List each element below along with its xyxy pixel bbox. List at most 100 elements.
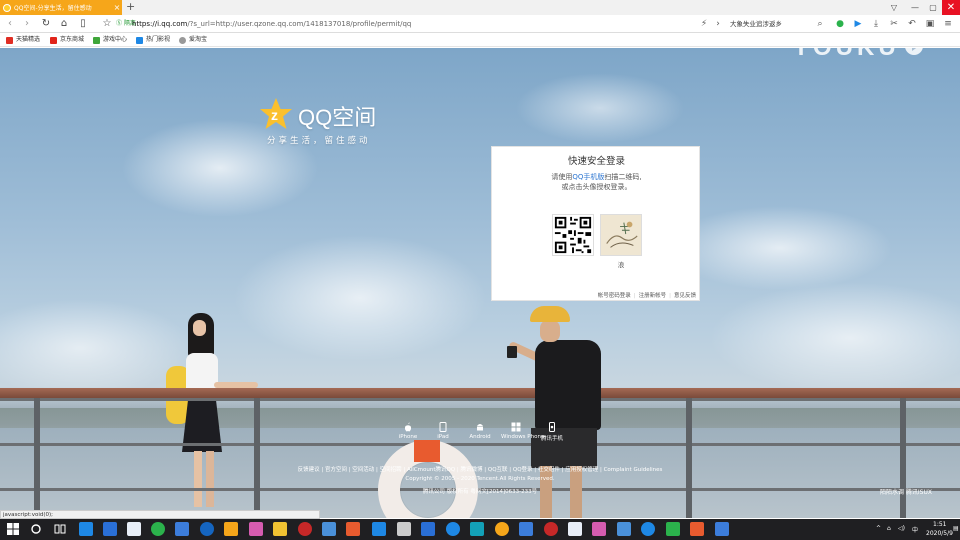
apple-icon <box>404 422 412 432</box>
app-icon[interactable] <box>273 522 287 536</box>
app-icon[interactable] <box>346 522 360 536</box>
game-icon <box>93 36 100 44</box>
windows-start-icon[interactable] <box>6 522 20 536</box>
address-bar: ‹ › ↻ ⌂ ▯ ☆ Ⓢ 隔离 https://i.qq.com/?s_url… <box>0 15 960 33</box>
app-icon[interactable] <box>641 522 655 536</box>
platform-downloads: iPhone iPad Android Windows Phone 腾讯手机 <box>393 422 573 452</box>
platform-tencent-phone[interactable]: 腾讯手机 <box>537 422 567 442</box>
download-icon[interactable]: ⤓ <box>868 15 884 33</box>
minimize-icon[interactable]: — <box>906 0 924 15</box>
app-icon[interactable] <box>519 522 533 536</box>
app-icon[interactable] <box>568 522 582 536</box>
login-description: 请使用QQ手机版扫描二维码, 或点击头像授权登录。 <box>551 173 642 191</box>
back-icon[interactable]: ‹ <box>2 15 18 33</box>
background-boy-face <box>540 320 560 342</box>
register-link[interactable]: 注册新帐号 <box>639 293 667 299</box>
url-field[interactable]: https://i.qq.com/?s_url=http://user.qzon… <box>132 15 411 33</box>
password-login-link[interactable]: 帐号密码登录 <box>598 293 631 299</box>
qzone-logo-text: QQ空间 <box>298 105 377 130</box>
forward-icon[interactable]: › <box>19 15 35 33</box>
home-icon[interactable]: ⌂ <box>56 15 72 33</box>
footer-links[interactable]: 反馈建议 | 官方空间 | 空间活动 | 空间招聘 | AllCmount腾讯Q… <box>0 465 960 473</box>
feedback-link[interactable]: 意见反馈 <box>674 293 696 299</box>
app-icon[interactable] <box>151 522 165 536</box>
tab-qzone[interactable]: QQ空间-分享生活，留住感动 × <box>0 0 122 15</box>
clock-date[interactable]: 2020/5/9 <box>926 530 953 537</box>
qzone-favicon-icon <box>3 3 11 12</box>
settings-icon[interactable] <box>397 522 411 536</box>
app-icon[interactable] <box>470 522 484 536</box>
new-tab-button[interactable]: + <box>126 0 135 15</box>
tab-close-icon[interactable]: × <box>112 3 122 12</box>
app-icon[interactable] <box>715 522 729 536</box>
app-icon[interactable] <box>127 522 141 536</box>
platform-iphone[interactable]: iPhone <box>393 422 423 440</box>
app-icon[interactable] <box>495 522 509 536</box>
bookmark-jd[interactable]: 京东商城 <box>50 33 84 47</box>
volume-icon[interactable]: ◁) <box>898 525 905 532</box>
network-icon[interactable]: ⌂ <box>887 525 891 532</box>
undo-icon[interactable]: ↶ <box>904 15 920 33</box>
app-icon[interactable] <box>592 522 606 536</box>
app-icon[interactable] <box>617 522 631 536</box>
qq-mobile-link[interactable]: QQ手机版 <box>572 173 604 181</box>
tray-chevron-icon[interactable]: ^ <box>876 525 881 532</box>
close-icon[interactable]: ✕ <box>942 0 960 15</box>
bookmark-video[interactable]: 热门影视 <box>136 33 170 47</box>
qzone-page: z QQ空间 分享生活，留住感动 YOUKU 快速安全登录 请使用QQ手机版扫描… <box>0 48 960 518</box>
app-icon[interactable] <box>666 522 680 536</box>
input-language[interactable]: 中 <box>912 525 918 534</box>
app-icon[interactable] <box>372 522 386 536</box>
avatar-name: 浪 <box>617 261 625 269</box>
extensions-icon[interactable]: ▣ <box>922 15 938 33</box>
railing-top <box>0 388 960 398</box>
background-boy-hat <box>530 306 570 322</box>
refresh-icon[interactable]: ↻ <box>38 15 54 33</box>
app-icon[interactable] <box>298 522 312 536</box>
app-icon[interactable] <box>249 522 263 536</box>
restore-icon[interactable]: ▢ <box>924 0 942 15</box>
wechat-icon[interactable]: ● <box>832 15 848 33</box>
edge-icon[interactable] <box>79 522 93 536</box>
copyright: Copyright © 2005 - 2020 Tencent.All Righ… <box>405 476 555 482</box>
app-icon[interactable] <box>103 522 117 536</box>
user-avatar[interactable] <box>600 214 642 256</box>
bookmarks-bar: 天猫精选 京东商城 游戏中心 热门影视 爱淘宝 <box>0 33 960 47</box>
search-icon[interactable]: ⌕ <box>812 15 828 33</box>
app-icon[interactable] <box>224 522 238 536</box>
platform-android[interactable]: Android <box>465 422 495 440</box>
cut-icon[interactable]: ✂ <box>886 15 902 33</box>
ipad-icon <box>439 422 447 432</box>
bookmark-games[interactable]: 游戏中心 <box>93 33 127 47</box>
app-icon[interactable] <box>446 522 460 536</box>
qzone-star-logo-icon: z <box>260 98 292 129</box>
clock-time[interactable]: 1:51 <box>933 521 946 528</box>
shirt-icon[interactable]: ▽ <box>885 0 903 15</box>
app-icon[interactable] <box>421 522 435 536</box>
bookmark-tmall[interactable]: 天猫精选 <box>6 33 40 47</box>
qzone-slogan: 分享生活，留住感动 <box>267 136 371 146</box>
railing-post <box>686 398 692 518</box>
notification-icon[interactable]: ▤ <box>953 525 959 532</box>
background-phone <box>507 346 517 358</box>
platform-windows-phone[interactable]: Windows Phone <box>501 422 544 440</box>
app-icon[interactable] <box>322 522 336 536</box>
play-icon[interactable]: ▶ <box>850 15 866 33</box>
app-icon[interactable] <box>690 522 704 536</box>
bottom-right-links[interactable]: 陌陌水调 腾讯ISUX <box>880 487 932 496</box>
cortana-icon[interactable] <box>29 522 43 536</box>
qr-code[interactable] <box>552 214 594 256</box>
platform-ipad[interactable]: iPad <box>428 422 458 440</box>
app-icon[interactable] <box>200 522 214 536</box>
browser-status-bar: javascript:void(0); <box>0 510 320 519</box>
chevron-right-icon[interactable]: › <box>710 15 726 33</box>
tab-bar: QQ空间-分享生活，留住感动 × + ▽ — ▢ ✕ <box>0 0 960 15</box>
url-path: /?s_url=http://user.qzone.qq.com/1418137… <box>187 20 412 28</box>
app-icon[interactable] <box>175 522 189 536</box>
task-view-icon[interactable] <box>53 522 67 536</box>
menu-icon[interactable]: ≡ <box>940 15 956 33</box>
bookmark-star-icon[interactable]: ☆ <box>99 15 115 33</box>
bookmark-taobao[interactable]: 爱淘宝 <box>179 33 207 47</box>
reader-icon[interactable]: ▯ <box>75 15 91 33</box>
app-icon[interactable] <box>544 522 558 536</box>
